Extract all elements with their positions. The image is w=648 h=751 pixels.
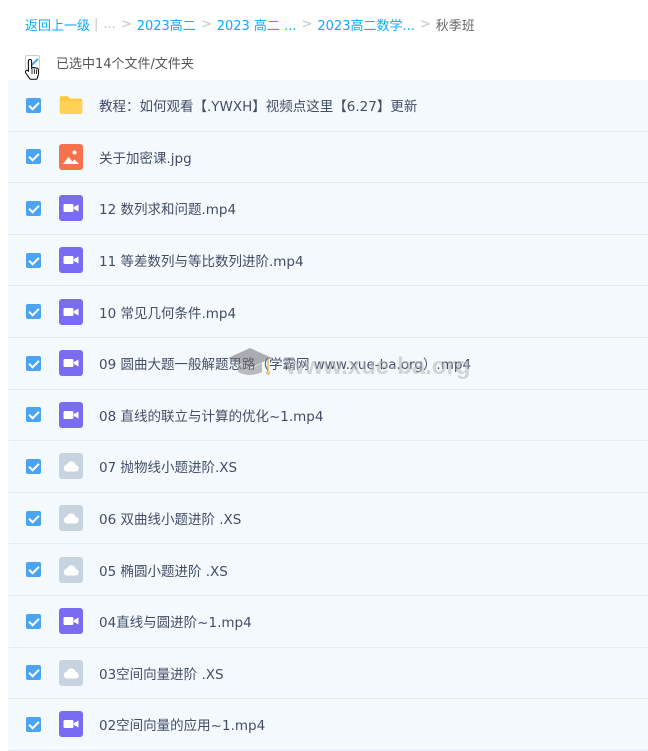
video-icon	[59, 246, 83, 274]
row-checkbox[interactable]	[26, 716, 41, 732]
breadcrumb-current: 秋季班	[435, 18, 475, 34]
file-row[interactable]: 教程：如何观看【.YWXH】视频点这里【6.27】更新	[8, 80, 648, 132]
file-row[interactable]: 11 等差数列与等比数列进阶.mp4	[8, 235, 648, 287]
file-name[interactable]: 10 常见几何条件.mp4	[99, 302, 236, 322]
file-name[interactable]: 06 双曲线小题进阶 .XS	[99, 508, 241, 528]
file-row[interactable]: 02空间向量的应用~1.mp4	[8, 699, 648, 751]
row-checkbox[interactable]	[26, 304, 41, 320]
row-checkbox[interactable]	[26, 562, 41, 578]
row-checkbox[interactable]	[26, 200, 41, 216]
row-checkbox[interactable]	[26, 355, 41, 371]
file-row[interactable]: 06 双曲线小题进阶 .XS	[8, 493, 648, 545]
file-name[interactable]: 04直线与圆进阶~1.mp4	[99, 611, 252, 631]
cloud-icon	[59, 556, 83, 584]
file-list: 教程：如何观看【.YWXH】视频点这里【6.27】更新 关于加密课.jpg 12 数…	[8, 80, 648, 751]
breadcrumb-divider: |	[94, 16, 99, 32]
row-checkbox[interactable]	[26, 510, 41, 526]
file-name[interactable]: 02空间向量的应用~1.mp4	[99, 714, 265, 734]
breadcrumb-separator: >	[301, 16, 313, 32]
file-row[interactable]: 10 常见几何条件.mp4	[8, 286, 648, 338]
file-name[interactable]: 教程：如何观看【.YWXH】视频点这里【6.27】更新	[99, 95, 417, 115]
breadcrumb-item[interactable]: 2023高二数学...	[317, 15, 414, 34]
image-icon	[59, 143, 83, 171]
row-checkbox[interactable]	[26, 407, 41, 423]
file-name[interactable]: 关于加密课.jpg	[99, 147, 192, 167]
video-icon	[59, 710, 83, 738]
row-checkbox[interactable]	[26, 252, 41, 268]
hand-cursor-icon	[24, 58, 40, 80]
breadcrumb-separator: >	[120, 16, 132, 32]
breadcrumb-ellipsis[interactable]: ...	[103, 17, 115, 32]
breadcrumb-separator: >	[419, 16, 431, 32]
cloud-icon	[59, 504, 83, 532]
file-row[interactable]: 09 圆曲大题一般解题思路（学霸网 www.xue-ba.org）.mp4	[8, 338, 648, 390]
breadcrumb-item[interactable]: 2023 高二 ...	[217, 15, 297, 34]
file-row[interactable]: 07 抛物线小题进阶.XS	[8, 441, 648, 493]
video-icon	[59, 298, 83, 326]
file-name[interactable]: 03空间向量进阶 .XS	[99, 663, 224, 683]
row-checkbox[interactable]	[26, 613, 41, 629]
row-checkbox[interactable]	[26, 458, 41, 474]
file-name[interactable]: 07 抛物线小题进阶.XS	[99, 456, 237, 476]
file-row[interactable]: 12 数列求和问题.mp4	[8, 183, 648, 235]
file-row[interactable]: 05 椭圆小题进阶 .XS	[8, 544, 648, 596]
file-row[interactable]: 04直线与圆进阶~1.mp4	[8, 596, 648, 648]
breadcrumb-separator: >	[200, 16, 212, 32]
file-name[interactable]: 11 等差数列与等比数列进阶.mp4	[99, 250, 304, 270]
breadcrumb-item[interactable]: 2023高二	[137, 15, 196, 34]
video-icon	[59, 607, 83, 635]
folder-icon	[59, 91, 83, 119]
selection-bar: 已选中14个文件/文件夹	[25, 52, 194, 72]
video-icon	[59, 194, 83, 222]
video-icon	[59, 349, 83, 377]
row-checkbox[interactable]	[26, 97, 41, 113]
selection-count: 已选中14个文件/文件夹	[56, 56, 194, 72]
cloud-icon	[59, 452, 83, 480]
cloud-icon	[59, 659, 83, 687]
file-row[interactable]: 08 直线的联立与计算的优化~1.mp4	[8, 390, 648, 442]
file-name[interactable]: 12 数列求和问题.mp4	[99, 198, 236, 218]
file-row[interactable]: 关于加密课.jpg	[8, 132, 648, 184]
back-link[interactable]: 返回上一级	[25, 15, 90, 34]
video-icon	[59, 401, 83, 429]
file-row[interactable]: 03空间向量进阶 .XS	[8, 648, 648, 700]
file-name[interactable]: 08 直线的联立与计算的优化~1.mp4	[99, 405, 323, 425]
file-name[interactable]: 09 圆曲大题一般解题思路（学霸网 www.xue-ba.org）.mp4	[99, 353, 471, 373]
breadcrumb: 返回上一级 | ... > 2023高二 > 2023 高二 ... > 202…	[25, 14, 475, 34]
row-checkbox[interactable]	[26, 665, 41, 681]
file-name[interactable]: 05 椭圆小题进阶 .XS	[99, 560, 228, 580]
row-checkbox[interactable]	[26, 149, 41, 165]
